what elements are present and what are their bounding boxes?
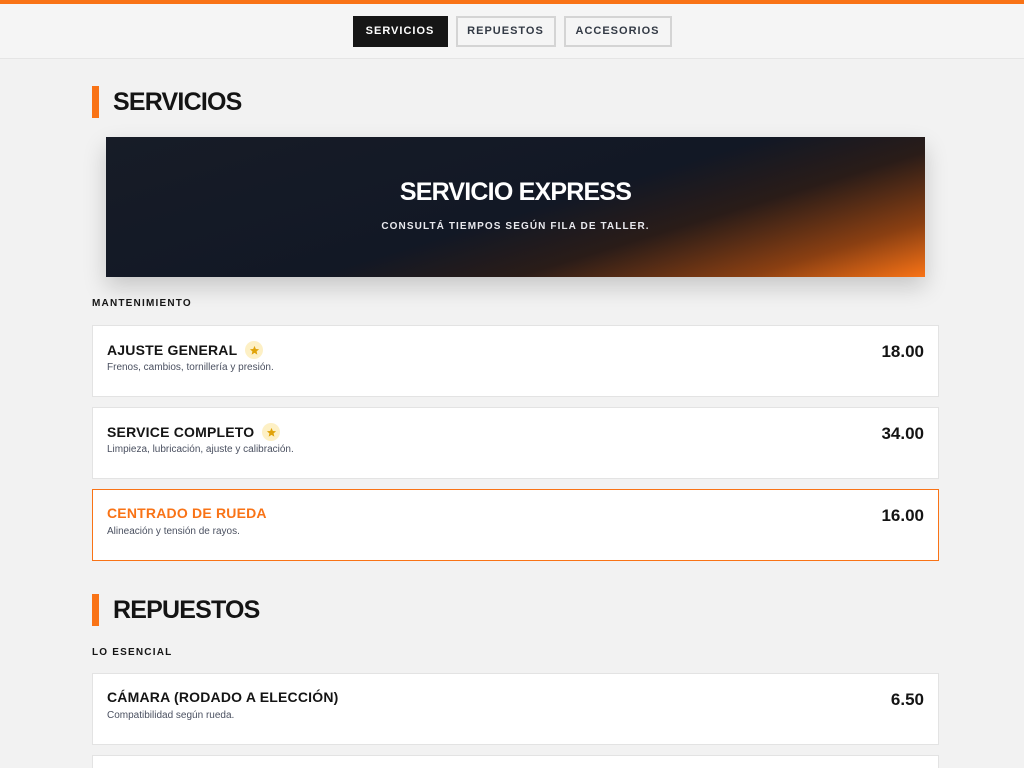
item-price: 16.00 — [881, 506, 924, 525]
group-label-lo-esencial: LO ESENCIAL — [92, 647, 173, 658]
item-description: Frenos, cambios, tornillería y presión. — [107, 362, 274, 373]
item-name-row: CÁMARA (RODADO A ELECCIÓN) — [107, 689, 339, 705]
item-description: Compatibilidad según rueda. — [107, 710, 235, 721]
tab-accesorios[interactable]: ACCESORIOS — [563, 15, 672, 47]
item-name: CENTRADO DE RUEDA — [107, 505, 267, 521]
promo-title: SERVICIO EXPRESS — [399, 178, 632, 206]
menu-item[interactable]: SERVICE COMPLETO Limpieza, lubricación, … — [92, 407, 939, 479]
promo-banner: SERVICIO EXPRESS CONSULTÁ TIEMPOS SEGÚN … — [106, 137, 925, 277]
item-name: SERVICE COMPLETO — [107, 424, 255, 440]
item-name-row: SERVICE COMPLETO — [107, 423, 281, 441]
section-title: REPUESTOS — [113, 595, 260, 624]
section-heading-repuestos: REPUESTOS — [92, 594, 260, 626]
item-name-row: CENTRADO DE RUEDA — [107, 505, 267, 521]
section-title: SERVICIOS — [113, 87, 242, 116]
section-heading-servicios: SERVICIOS — [92, 86, 242, 118]
tab-servicios[interactable]: SERVICIOS — [352, 15, 448, 47]
menu-item-partial[interactable] — [92, 755, 939, 768]
item-description: Limpieza, lubricación, ajuste y calibrac… — [107, 444, 294, 455]
item-name: CÁMARA (RODADO A ELECCIÓN) — [107, 689, 339, 705]
heading-accent-bar — [92, 594, 99, 626]
item-name: AJUSTE GENERAL — [107, 342, 238, 358]
heading-accent-bar — [92, 86, 99, 118]
item-price: 18.00 — [881, 342, 924, 361]
item-price: 6.50 — [890, 690, 924, 709]
tab-repuestos[interactable]: REPUESTOS — [455, 15, 556, 47]
group-label-mantenimiento: MANTENIMIENTO — [92, 298, 192, 309]
item-description: Alineación y tensión de rayos. — [107, 526, 240, 537]
star-icon — [245, 341, 264, 359]
section-tabs: SERVICIOS REPUESTOS ACCESORIOS — [0, 4, 1024, 59]
star-icon — [262, 423, 281, 441]
item-price: 34.00 — [881, 424, 924, 443]
menu-item[interactable]: AJUSTE GENERAL Frenos, cambios, tornille… — [92, 325, 939, 397]
menu-item-highlighted[interactable]: CENTRADO DE RUEDA Alineación y tensión d… — [92, 489, 939, 561]
promo-subtitle: CONSULTÁ TIEMPOS SEGÚN FILA DE TALLER. — [381, 221, 650, 232]
item-name-row: AJUSTE GENERAL — [107, 341, 264, 359]
menu-item[interactable]: CÁMARA (RODADO A ELECCIÓN) Compatibilida… — [92, 673, 939, 745]
